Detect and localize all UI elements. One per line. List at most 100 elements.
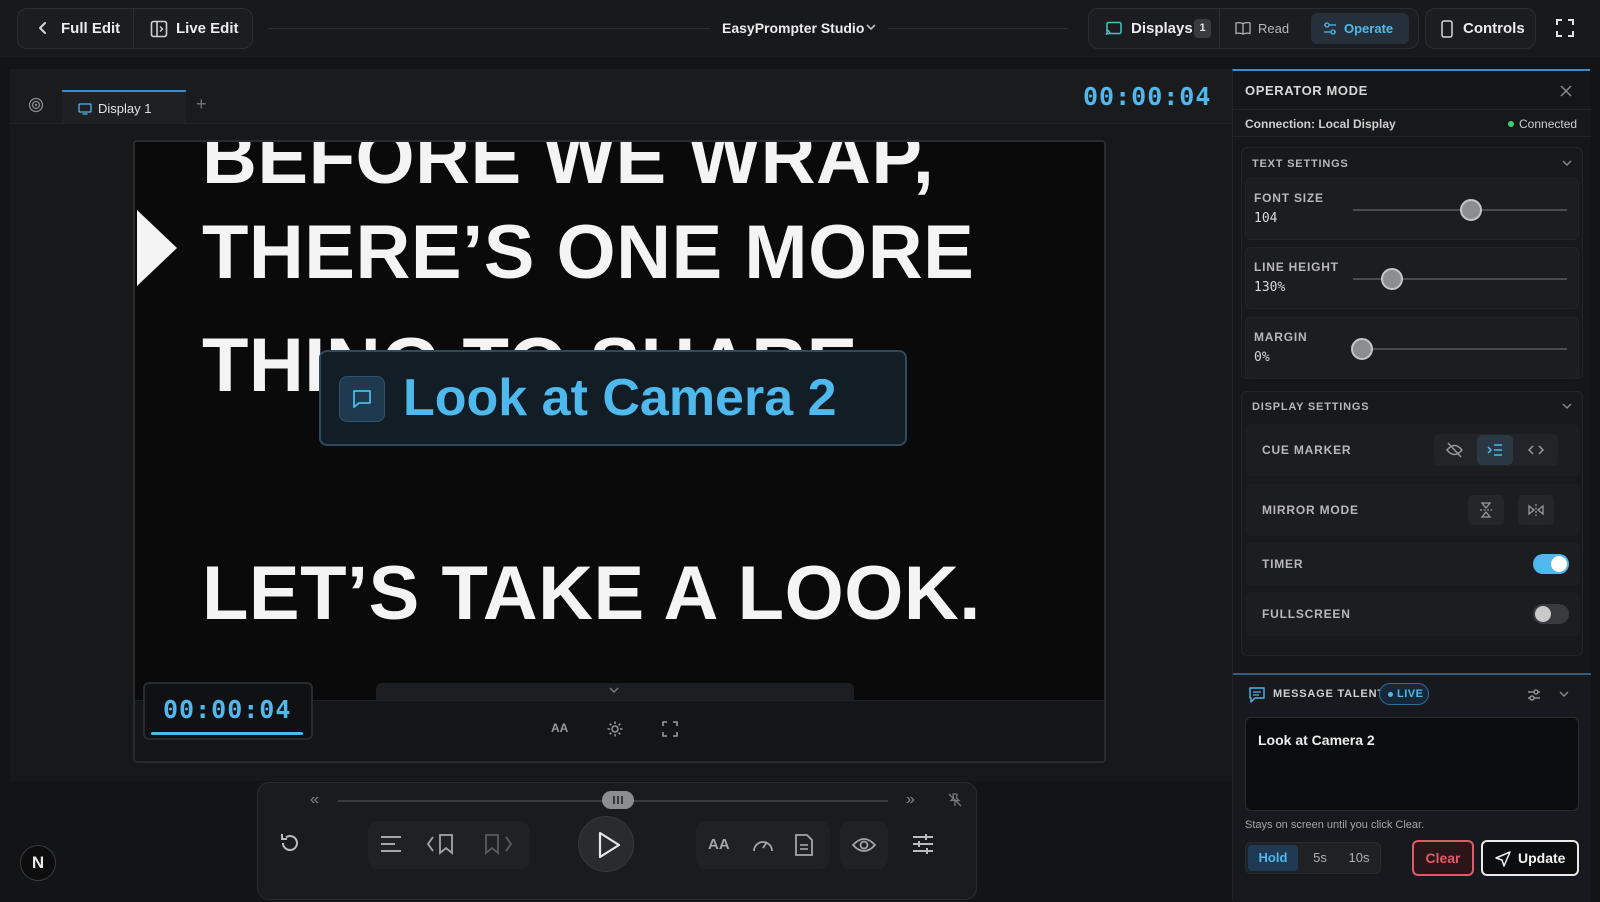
duration-options: Hold 5s 10s	[1245, 842, 1381, 874]
transport-bar: « » AA	[257, 782, 977, 900]
font-toggle-button[interactable]: AA	[551, 721, 568, 735]
live-edit-button[interactable]: Live Edit	[134, 9, 252, 48]
status-dot	[1508, 121, 1514, 127]
divider	[268, 28, 710, 29]
timer-label: TIMER	[1262, 557, 1304, 571]
line-height-control: LINE HEIGHT 130%	[1245, 247, 1579, 309]
phone-icon	[1441, 20, 1453, 38]
unpin-icon[interactable]	[948, 793, 962, 807]
gear-icon[interactable]	[606, 720, 624, 738]
fullscreen-row: FULLSCREEN	[1246, 592, 1580, 636]
chevron-down-icon[interactable]	[1562, 403, 1572, 410]
toggle-knob	[1551, 556, 1567, 572]
brand-logo[interactable]: N	[20, 845, 56, 881]
message-text: Look at Camera 2	[1258, 732, 1375, 748]
tab-display-1[interactable]: Display 1	[62, 90, 186, 124]
margin-slider-knob[interactable]	[1350, 338, 1373, 360]
add-tab-button[interactable]: +	[196, 94, 207, 115]
line-height-slider-knob[interactable]	[1380, 268, 1403, 290]
navigation-group	[368, 821, 530, 869]
live-badge: LIVE	[1379, 683, 1429, 705]
mirror-mode-label: MIRROR MODE	[1262, 503, 1359, 517]
close-icon[interactable]	[1560, 85, 1572, 97]
text-settings-heading: TEXT SETTINGS	[1252, 158, 1349, 170]
settings-sliders-icon[interactable]	[1527, 688, 1541, 702]
operator-panel: OPERATOR MODE Connection: Local Display …	[1232, 69, 1591, 902]
prompt-line: LET’S TAKE A LOOK.	[202, 551, 981, 636]
message-icon	[339, 376, 385, 422]
mirror-mode-row: MIRROR MODE	[1246, 484, 1580, 536]
cue-indent-option[interactable]	[1477, 435, 1513, 465]
reset-icon[interactable]	[278, 831, 302, 855]
prompter-screen: BEFORE WE WRAP, THERE’S ONE MORE THING T…	[133, 140, 1106, 763]
controls-label: Controls	[1463, 20, 1525, 37]
message-talent-heading: MESSAGE TALENT	[1273, 688, 1385, 700]
font-size-button[interactable]: AA	[708, 836, 730, 853]
fullscreen-icon[interactable]	[1555, 18, 1577, 40]
margin-slider-track[interactable]	[1353, 348, 1567, 350]
margin-value: 0%	[1254, 350, 1270, 365]
margin-control: MARGIN 0%	[1245, 317, 1579, 379]
send-icon	[1495, 851, 1511, 867]
play-button[interactable]	[578, 816, 634, 872]
overlay-message-text: Look at Camera 2	[403, 369, 837, 427]
broadcast-icon[interactable]	[28, 97, 44, 113]
script-document-icon[interactable]	[794, 833, 814, 857]
rewind-icon[interactable]: «	[310, 791, 319, 809]
displays-button[interactable]: Displays 1	[1089, 9, 1215, 48]
cue-marker-arrow	[137, 210, 179, 286]
read-mode-label: Read	[1258, 21, 1290, 36]
full-edit-button[interactable]: Full Edit	[18, 9, 133, 48]
ten-seconds-option[interactable]: 10s	[1340, 845, 1378, 871]
line-height-value: 130%	[1254, 280, 1286, 295]
update-button[interactable]: Update	[1481, 840, 1579, 876]
five-seconds-option[interactable]: 5s	[1302, 845, 1338, 871]
tab-label: Display 1	[98, 101, 152, 116]
font-size-slider-knob[interactable]	[1459, 199, 1482, 221]
message-hint: Stays on screen until you click Clear.	[1245, 819, 1425, 831]
next-bookmark-icon[interactable]	[484, 833, 518, 855]
adjustments-icon[interactable]	[912, 833, 934, 855]
previous-bookmark-icon[interactable]	[426, 833, 460, 855]
play-icon	[597, 831, 621, 859]
chevron-down-icon	[609, 687, 619, 694]
flip-vertical-icon[interactable]	[1468, 495, 1504, 525]
fast-forward-icon[interactable]: »	[906, 791, 915, 809]
top-bar: Full Edit Live Edit EasyPrompter Studio …	[0, 0, 1600, 57]
scroll-position-handle[interactable]	[602, 791, 634, 809]
hold-option[interactable]: Hold	[1248, 845, 1298, 871]
clear-button[interactable]: Clear	[1412, 840, 1474, 876]
operate-mode-button[interactable]: Operate	[1311, 13, 1409, 44]
divider	[1219, 9, 1220, 48]
sliders-icon	[1323, 22, 1337, 35]
cue-marker-row: CUE MARKER	[1246, 424, 1580, 476]
expand-icon[interactable]	[661, 720, 679, 738]
chevron-down-icon[interactable]	[1559, 691, 1569, 698]
prompt-line: THERE’S ONE MORE	[202, 210, 975, 295]
live-edit-label: Live Edit	[176, 20, 239, 37]
timer-row: TIMER	[1246, 542, 1580, 586]
read-mode-button[interactable]: Read	[1222, 13, 1302, 44]
timer-toggle[interactable]	[1533, 554, 1569, 574]
message-icon	[1249, 687, 1265, 703]
operate-mode-label: Operate	[1344, 21, 1394, 36]
font-size-value: 104	[1254, 211, 1278, 226]
message-textarea[interactable]: Look at Camera 2	[1245, 717, 1579, 811]
script-tools-group: AA	[696, 821, 830, 869]
collapse-handle[interactable]	[376, 683, 854, 701]
prompt-line: BEFORE WE WRAP,	[202, 140, 935, 200]
controls-button[interactable]: Controls	[1425, 8, 1536, 49]
cue-both-sides-option[interactable]	[1518, 435, 1554, 465]
split-view-icon	[150, 20, 168, 38]
displays-count-badge: 1	[1194, 19, 1211, 38]
cue-hidden-option[interactable]	[1436, 435, 1472, 465]
list-icon[interactable]	[380, 834, 402, 854]
flip-horizontal-icon[interactable]	[1518, 495, 1554, 525]
chevron-left-icon	[38, 21, 48, 35]
fullscreen-toggle[interactable]	[1533, 604, 1569, 624]
speedometer-icon[interactable]	[751, 834, 775, 856]
chevron-down-icon[interactable]	[1562, 160, 1572, 167]
edit-mode-group: Full Edit Live Edit	[17, 8, 253, 49]
margin-label: MARGIN	[1254, 330, 1308, 344]
preview-toggle-button[interactable]	[840, 821, 888, 869]
